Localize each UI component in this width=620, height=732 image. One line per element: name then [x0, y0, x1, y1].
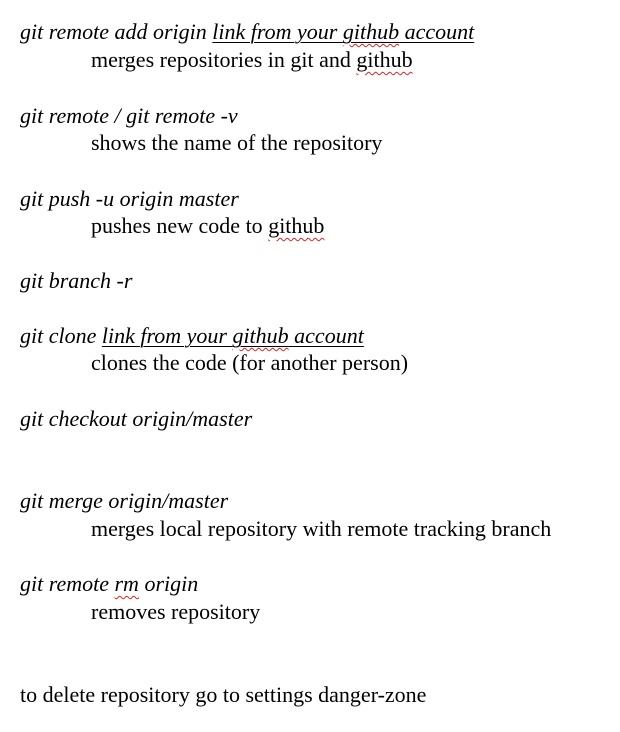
delete-repository-note: to delete repository go to settings dang… — [20, 682, 427, 707]
git-remote-rm-description: removes repository — [91, 599, 261, 624]
git-push-command: git push -u origin master — [20, 186, 239, 211]
document-page: { "doc": { "l1_cmd": "git remote add ori… — [0, 0, 620, 732]
spellcheck-word: rm — [114, 571, 139, 596]
git-remote-rm-command: git remote rm origin — [20, 570, 198, 597]
link-text: link from your — [212, 19, 343, 44]
git-clone-command: git clone link from your github account — [20, 322, 364, 349]
git-clone-description: clones the code (for another person) — [91, 350, 409, 375]
link-text: account — [399, 19, 475, 44]
command-text: origin — [138, 571, 199, 596]
command-text: git clone — [20, 323, 102, 348]
git-merge-command: git merge origin/master — [20, 488, 229, 513]
spellcheck-word: github — [342, 19, 400, 44]
git-remote-add-command: git remote add origin link from your git… — [20, 18, 474, 45]
link-text: link from your — [101, 323, 233, 348]
command-text: git remote — [20, 571, 115, 596]
git-remote-add-description: merges repositories in git and github — [91, 46, 413, 73]
git-remote-v-command: git remote / git remote -v — [20, 103, 238, 128]
github-link-placeholder: link from your github account — [102, 323, 364, 348]
spellcheck-word: github — [356, 47, 413, 72]
github-link-placeholder: link from your github account — [212, 19, 474, 44]
description-text: pushes new code to — [91, 213, 269, 238]
git-push-description: pushes new code to github — [91, 212, 324, 239]
spellcheck-word: github — [232, 323, 289, 348]
description-text: merges repositories in git and — [91, 47, 357, 72]
spellcheck-word: github — [268, 213, 325, 238]
git-remote-v-description: shows the name of the repository — [91, 130, 383, 155]
git-checkout-command: git checkout origin/master — [20, 406, 253, 431]
git-merge-description: merges local repository with remote trac… — [91, 516, 552, 541]
git-branch-command: git branch -r — [20, 268, 133, 293]
link-text: account — [288, 323, 364, 348]
command-text: git remote add origin — [20, 19, 213, 44]
